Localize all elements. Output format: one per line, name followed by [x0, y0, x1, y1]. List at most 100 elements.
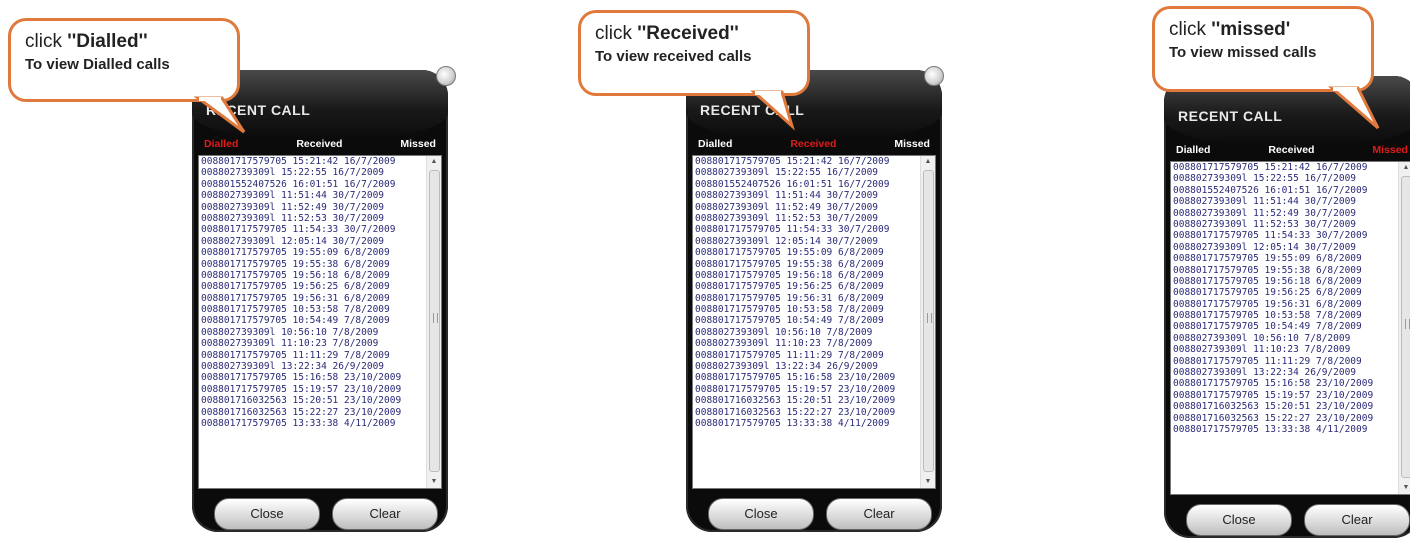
list-item[interactable]: 008802739309l 10:56:10 7/8/2009	[695, 327, 919, 338]
scrollbar[interactable]: ▲ ▼	[426, 156, 441, 488]
list-item[interactable]: 008802739309l 11:51:44 30/7/2009	[1173, 196, 1397, 207]
tab-received[interactable]: Received	[290, 138, 348, 154]
list-item[interactable]: 008801717579705 19:55:09 6/8/2009	[695, 247, 919, 258]
tab-dialled[interactable]: Dialled	[692, 138, 738, 154]
list-item[interactable]: 008801717579705 11:11:29 7/8/2009	[695, 350, 919, 361]
list-item[interactable]: 008802739309l 11:52:49 30/7/2009	[1173, 208, 1397, 219]
tab-dialled[interactable]: Dialled	[198, 138, 244, 154]
list-item[interactable]: 008801717579705 11:11:29 7/8/2009	[201, 350, 425, 361]
list-item[interactable]: 008801717579705 15:21:42 16/7/2009	[201, 156, 425, 167]
scroll-down-icon[interactable]: ▼	[1399, 482, 1410, 494]
list-item[interactable]: 008801717579705 19:56:25 6/8/2009	[201, 281, 425, 292]
tab-dialled[interactable]: Dialled	[1170, 144, 1216, 160]
scrollbar[interactable]: ▲ ▼	[920, 156, 935, 488]
tab-missed[interactable]: Missed	[888, 138, 936, 154]
list-item[interactable]: 008801717579705 15:19:57 23/10/2009	[695, 384, 919, 395]
list-item[interactable]: 008801717579705 15:19:57 23/10/2009	[1173, 390, 1397, 401]
list-item[interactable]: 008802739309l 15:22:55 16/7/2009	[201, 167, 425, 178]
list-item[interactable]: 008801717579705 19:55:38 6/8/2009	[695, 259, 919, 270]
list-item[interactable]: 008801717579705 19:56:31 6/8/2009	[1173, 299, 1397, 310]
list-item[interactable]: 008801717579705 10:53:58 7/8/2009	[1173, 310, 1397, 321]
scroll-thumb[interactable]	[429, 170, 440, 472]
clear-button[interactable]: Clear	[1304, 504, 1410, 536]
list-item[interactable]: 008802739309l 11:10:23 7/8/2009	[201, 338, 425, 349]
list-item[interactable]: 008802739309l 12:05:14 30/7/2009	[695, 236, 919, 247]
list-item[interactable]: 008801717579705 19:55:09 6/8/2009	[1173, 253, 1397, 264]
list-item[interactable]: 008802739309l 11:10:23 7/8/2009	[695, 338, 919, 349]
list-item[interactable]: 008802739309l 13:22:34 26/9/2009	[1173, 367, 1397, 378]
list-item[interactable]: 008801716032563 15:20:51 23/10/2009	[1173, 401, 1397, 412]
tab-received[interactable]: Received	[784, 138, 842, 154]
list-item[interactable]: 008801717579705 19:55:38 6/8/2009	[201, 259, 425, 270]
list-item[interactable]: 008801717579705 13:33:38 4/11/2009	[695, 418, 919, 429]
list-item[interactable]: 008801717579705 15:21:42 16/7/2009	[695, 156, 919, 167]
list-item[interactable]: 008802739309l 13:22:34 26/9/2009	[201, 361, 425, 372]
list-item[interactable]: 008802739309l 11:51:44 30/7/2009	[695, 190, 919, 201]
list-item[interactable]: 008802739309l 11:52:49 30/7/2009	[695, 202, 919, 213]
list-item[interactable]: 008801717579705 13:33:38 4/11/2009	[201, 418, 425, 429]
list-item[interactable]: 008801717579705 11:54:33 30/7/2009	[201, 224, 425, 235]
list-item[interactable]: 008801717579705 10:53:58 7/8/2009	[695, 304, 919, 315]
list-item[interactable]: 008801552407526 16:01:51 16/7/2009	[1173, 185, 1397, 196]
list-item[interactable]: 008801716032563 15:20:51 23/10/2009	[201, 395, 425, 406]
list-item[interactable]: 008801717579705 19:56:31 6/8/2009	[201, 293, 425, 304]
close-button[interactable]: Close	[708, 498, 814, 530]
list-item[interactable]: 008802739309l 10:56:10 7/8/2009	[201, 327, 425, 338]
list-item[interactable]: 008801717579705 10:54:49 7/8/2009	[201, 315, 425, 326]
list-item[interactable]: 008801717579705 19:56:25 6/8/2009	[695, 281, 919, 292]
clear-button[interactable]: Clear	[826, 498, 932, 530]
list-item[interactable]: 008802739309l 11:52:49 30/7/2009	[201, 202, 425, 213]
list-item[interactable]: 008801717579705 15:21:42 16/7/2009	[1173, 162, 1397, 173]
list-item[interactable]: 008802739309l 12:05:14 30/7/2009	[201, 236, 425, 247]
list-item[interactable]: 008802739309l 13:22:34 26/9/2009	[695, 361, 919, 372]
call-list[interactable]: 008801717579705 15:21:42 16/7/2009 008802…	[692, 155, 936, 489]
tab-received[interactable]: Received	[1262, 144, 1320, 160]
list-item[interactable]: 008801717579705 15:16:58 23/10/2009	[201, 372, 425, 383]
scroll-up-icon[interactable]: ▲	[427, 156, 441, 168]
scroll-down-icon[interactable]: ▼	[427, 476, 441, 488]
scroll-up-icon[interactable]: ▲	[1399, 162, 1410, 174]
list-item[interactable]: 008801717579705 13:33:38 4/11/2009	[1173, 424, 1397, 435]
list-item[interactable]: 008802739309l 12:05:14 30/7/2009	[1173, 242, 1397, 253]
call-list[interactable]: 008801717579705 15:21:42 16/7/2009 008802…	[198, 155, 442, 489]
list-item[interactable]: 008802739309l 11:52:53 30/7/2009	[695, 213, 919, 224]
list-item[interactable]: 008801716032563 15:22:27 23/10/2009	[1173, 413, 1397, 424]
list-item[interactable]: 008802739309l 11:51:44 30/7/2009	[201, 190, 425, 201]
list-item[interactable]: 008801552407526 16:01:51 16/7/2009	[201, 179, 425, 190]
clear-button[interactable]: Clear	[332, 498, 438, 530]
tab-missed[interactable]: Missed	[1366, 144, 1410, 160]
list-item[interactable]: 008801716032563 15:20:51 23/10/2009	[695, 395, 919, 406]
list-item[interactable]: 008801717579705 19:56:18 6/8/2009	[695, 270, 919, 281]
scroll-down-icon[interactable]: ▼	[921, 476, 935, 488]
list-item[interactable]: 008802739309l 15:22:55 16/7/2009	[1173, 173, 1397, 184]
scroll-thumb[interactable]	[1401, 176, 1410, 478]
list-item[interactable]: 008801716032563 15:22:27 23/10/2009	[201, 407, 425, 418]
list-item[interactable]: 008801717579705 11:54:33 30/7/2009	[695, 224, 919, 235]
close-button[interactable]: Close	[1186, 504, 1292, 536]
list-item[interactable]: 008801717579705 19:56:31 6/8/2009	[695, 293, 919, 304]
list-item[interactable]: 008801717579705 10:54:49 7/8/2009	[1173, 321, 1397, 332]
list-item[interactable]: 008801716032563 15:22:27 23/10/2009	[695, 407, 919, 418]
tab-missed[interactable]: Missed	[394, 138, 442, 154]
list-item[interactable]: 008801717579705 10:53:58 7/8/2009	[201, 304, 425, 315]
list-item[interactable]: 008802739309l 11:52:53 30/7/2009	[1173, 219, 1397, 230]
list-item[interactable]: 008801552407526 16:01:51 16/7/2009	[695, 179, 919, 190]
list-item[interactable]: 008801717579705 15:19:57 23/10/2009	[201, 384, 425, 395]
scroll-up-icon[interactable]: ▲	[921, 156, 935, 168]
list-item[interactable]: 008801717579705 15:16:58 23/10/2009	[1173, 378, 1397, 389]
list-item[interactable]: 008802739309l 11:10:23 7/8/2009	[1173, 344, 1397, 355]
list-item[interactable]: 008801717579705 11:54:33 30/7/2009	[1173, 230, 1397, 241]
list-item[interactable]: 008801717579705 15:16:58 23/10/2009	[695, 372, 919, 383]
list-item[interactable]: 008802739309l 15:22:55 16/7/2009	[695, 167, 919, 178]
list-item[interactable]: 008802739309l 10:56:10 7/8/2009	[1173, 333, 1397, 344]
list-item[interactable]: 008801717579705 19:56:18 6/8/2009	[201, 270, 425, 281]
list-item[interactable]: 008801717579705 10:54:49 7/8/2009	[695, 315, 919, 326]
list-item[interactable]: 008801717579705 19:56:18 6/8/2009	[1173, 276, 1397, 287]
list-item[interactable]: 008802739309l 11:52:53 30/7/2009	[201, 213, 425, 224]
scroll-thumb[interactable]	[923, 170, 934, 472]
scrollbar[interactable]: ▲ ▼	[1398, 162, 1410, 494]
list-item[interactable]: 008801717579705 19:55:38 6/8/2009	[1173, 265, 1397, 276]
list-item[interactable]: 008801717579705 19:55:09 6/8/2009	[201, 247, 425, 258]
list-item[interactable]: 008801717579705 11:11:29 7/8/2009	[1173, 356, 1397, 367]
close-button[interactable]: Close	[214, 498, 320, 530]
